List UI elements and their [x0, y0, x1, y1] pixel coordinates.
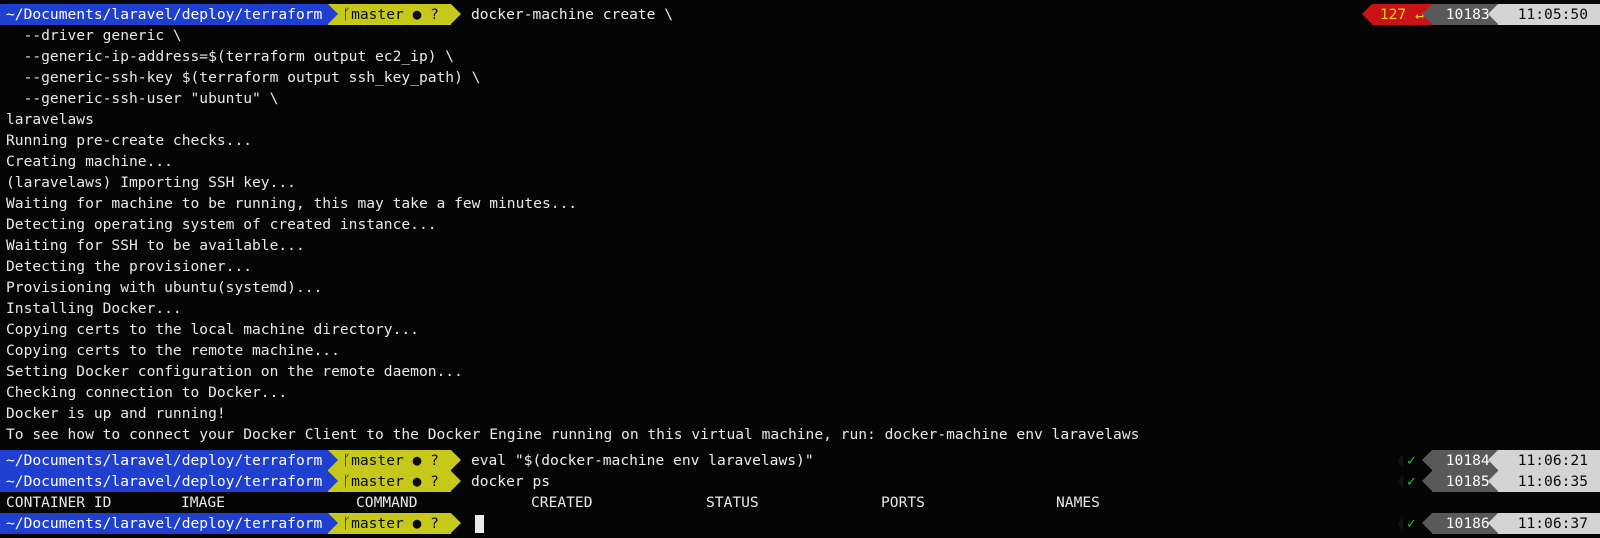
prompt-branch: master [351, 515, 404, 532]
prompt-branch: master [351, 473, 404, 490]
output-line: (laravelaws) Importing SSH key... [6, 174, 296, 191]
output-line: --generic-ssh-user "ubuntu" \ [6, 90, 279, 107]
text-cursor [474, 515, 484, 533]
prompt-git-status: ● ? [412, 6, 439, 23]
output-line: Provisioning with ubuntu(systemd)... [6, 279, 323, 296]
output-line: --driver generic \ [6, 27, 182, 44]
output-line: Copying certs to the local machine direc… [6, 321, 419, 338]
prompt-git-segment: ᚴmaster ● ? [328, 450, 461, 471]
docker-ps-header: CONTAINER ID IMAGE COMMAND CREATED STATU… [0, 492, 1600, 513]
output-line: laravelaws [6, 111, 94, 128]
prompt-branch: master [351, 452, 404, 469]
git-branch-icon: ᚴ [342, 452, 352, 469]
output-line: --generic-ip-address=$(terraform output … [6, 48, 455, 65]
terminal-window[interactable]: ~/Documents/laravel/deploy/terraform ᚴma… [0, 0, 1600, 538]
output-line: Detecting the provisioner... [6, 258, 253, 275]
command-text: docker-machine create \ [470, 6, 674, 23]
right-prompt: ✓ 10186 11:06:37 [1391, 513, 1600, 534]
column-header: NAMES [1056, 494, 1100, 511]
prompt-path: ~/Documents/laravel/deploy/terraform [0, 450, 339, 471]
column-header: PORTS [881, 494, 925, 511]
column-header: IMAGE [181, 494, 225, 511]
output-line: To see how to connect your Docker Client… [6, 426, 1140, 443]
prompt-git-segment: ᚴmaster ● ? [328, 513, 461, 534]
right-prompt: ✓ 10185 11:06:35 [1391, 471, 1600, 492]
git-branch-icon: ᚴ [342, 6, 352, 23]
prompt-time: 11:06:35 [1487, 471, 1600, 492]
output-line: Installing Docker... [6, 300, 182, 317]
output-line: --generic-ssh-key $(terraform output ssh… [6, 69, 481, 86]
success-check-icon: ✓ [1391, 450, 1422, 471]
prompt-line[interactable]: ~/Documents/laravel/deploy/terraform ᚴma… [0, 513, 1600, 534]
prompt-line: ~/Documents/laravel/deploy/terraform ᚴma… [0, 471, 1600, 492]
prompt-git-status: ● ? [412, 515, 439, 532]
output-line: Setting Docker configuration on the remo… [6, 363, 463, 380]
success-check-icon: ✓ [1391, 471, 1422, 492]
column-header: STATUS [706, 494, 759, 511]
prompt-git-segment: ᚴmaster ● ? [328, 4, 461, 25]
command-text: docker ps [470, 473, 551, 490]
prompt-line: ~/Documents/laravel/deploy/terraform ᚴma… [0, 450, 1600, 471]
output-line: Waiting for machine to be running, this … [6, 195, 578, 212]
prompt-path: ~/Documents/laravel/deploy/terraform [0, 4, 339, 25]
output-line: Creating machine... [6, 153, 173, 170]
prompt-path: ~/Documents/laravel/deploy/terraform [0, 471, 339, 492]
command-text: eval "$(docker-machine env laravelaws)" [470, 452, 814, 469]
right-prompt: 127 ↵ 10183 11:05:50 [1361, 4, 1600, 25]
column-header: CREATED [531, 494, 593, 511]
prompt-time: 11:06:37 [1487, 513, 1600, 534]
prompt-time: 11:05:50 [1487, 4, 1600, 25]
column-header: COMMAND [356, 494, 418, 511]
output-line: Checking connection to Docker... [6, 384, 288, 401]
column-header: CONTAINER ID [6, 494, 112, 511]
right-prompt: ✓ 10184 11:06:21 [1391, 450, 1600, 471]
prompt-branch: master [351, 6, 404, 23]
output-line: Docker is up and running! [6, 405, 226, 422]
git-branch-icon: ᚴ [342, 473, 352, 490]
prompt-git-status: ● ? [412, 473, 439, 490]
output-line: Waiting for SSH to be available... [6, 237, 305, 254]
git-branch-icon: ᚴ [342, 515, 352, 532]
output-line: Copying certs to the remote machine... [6, 342, 340, 359]
output-line: Detecting operating system of created in… [6, 216, 437, 233]
prompt-git-status: ● ? [412, 452, 439, 469]
prompt-time: 11:06:21 [1487, 450, 1600, 471]
output-line: Running pre-create checks... [6, 132, 253, 149]
success-check-icon: ✓ [1391, 513, 1422, 534]
prompt-path: ~/Documents/laravel/deploy/terraform [0, 513, 339, 534]
prompt-git-segment: ᚴmaster ● ? [328, 471, 461, 492]
prompt-line: ~/Documents/laravel/deploy/terraform ᚴma… [0, 4, 1600, 25]
